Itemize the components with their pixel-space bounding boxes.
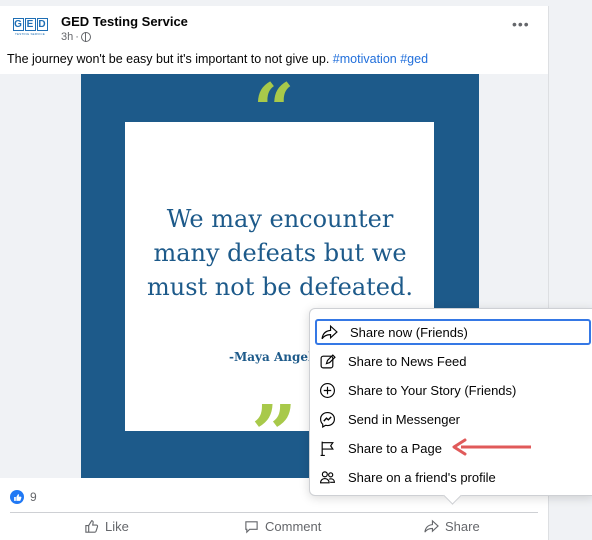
menu-item-label: Share on a friend's profile — [348, 469, 496, 485]
logo-letters: G E D — [12, 18, 48, 31]
share-to-your-story[interactable]: Share to Your Story (Friends) — [315, 377, 591, 403]
share-now-friends[interactable]: Share now (Friends) — [315, 319, 591, 345]
edit-post-icon — [320, 353, 336, 368]
post-caption: The journey won't be easy but it's impor… — [7, 52, 428, 66]
share-arrow-icon — [424, 519, 439, 533]
like-button[interactable]: Like — [84, 519, 129, 534]
share-menu: Share now (Friends) Share to News Feed S… — [309, 308, 592, 496]
menu-item-label: Share now (Friends) — [350, 324, 468, 340]
quote-author: -Maya Angel — [229, 350, 313, 364]
like-label: Like — [105, 519, 129, 534]
like-reaction-icon — [10, 490, 24, 504]
post-meta: 3h · — [61, 31, 91, 43]
menu-item-label: Share to Your Story (Friends) — [348, 382, 517, 398]
logo-letter-g: G — [12, 18, 24, 31]
share-on-friends-profile[interactable]: Share on a friend's profile — [315, 464, 591, 490]
menu-item-label: Share to News Feed — [348, 353, 467, 369]
post-time[interactable]: 3h — [61, 31, 73, 43]
menu-item-label: Share to a Page — [348, 440, 442, 456]
caption-text: The journey won't be easy but it's impor… — [7, 52, 333, 66]
comment-icon — [245, 521, 258, 534]
hashtag-ged[interactable]: #ged — [400, 52, 428, 66]
quote-line: must not be defeated. — [147, 273, 413, 301]
ged-logo[interactable]: G E D TESTING SERVICE — [12, 18, 48, 40]
logo-subtext: TESTING SERVICE — [15, 32, 45, 36]
share-label: Share — [445, 519, 480, 534]
messenger-icon — [320, 411, 335, 428]
logo-letter-e: E — [24, 18, 36, 31]
time-separator: · — [75, 31, 79, 43]
reactions-summary[interactable]: 9 — [10, 490, 37, 504]
share-to-news-feed[interactable]: Share to News Feed — [315, 348, 591, 374]
quote-line: many defeats but we — [153, 239, 407, 267]
quote-open-mark: “ — [253, 67, 295, 152]
annotation-arrow — [452, 438, 531, 456]
flag-icon — [320, 441, 334, 456]
post-author-name[interactable]: GED Testing Service — [61, 14, 188, 29]
comment-label: Comment — [265, 519, 322, 534]
share-arrow-icon — [321, 324, 338, 339]
quote-line: We may encounter — [166, 205, 394, 233]
logo-letter-d: D — [36, 18, 48, 31]
comment-button[interactable]: Comment — [244, 519, 321, 534]
hashtag-motivation[interactable]: #motivation — [333, 52, 397, 66]
friends-icon — [320, 470, 335, 483]
share-button[interactable]: Share — [424, 519, 480, 534]
reaction-count: 9 — [30, 490, 37, 504]
actions-divider — [10, 512, 538, 513]
quote-close-mark: ” — [251, 387, 298, 481]
thumbs-up-icon — [85, 520, 99, 533]
globe-icon — [80, 32, 91, 42]
more-options-button[interactable]: ••• — [512, 16, 530, 32]
send-in-messenger[interactable]: Send in Messenger — [315, 406, 591, 432]
plus-circle-icon — [320, 382, 335, 398]
menu-item-label: Send in Messenger — [348, 411, 461, 427]
quote-text: We may encounter many defeats but we mus… — [81, 202, 479, 304]
